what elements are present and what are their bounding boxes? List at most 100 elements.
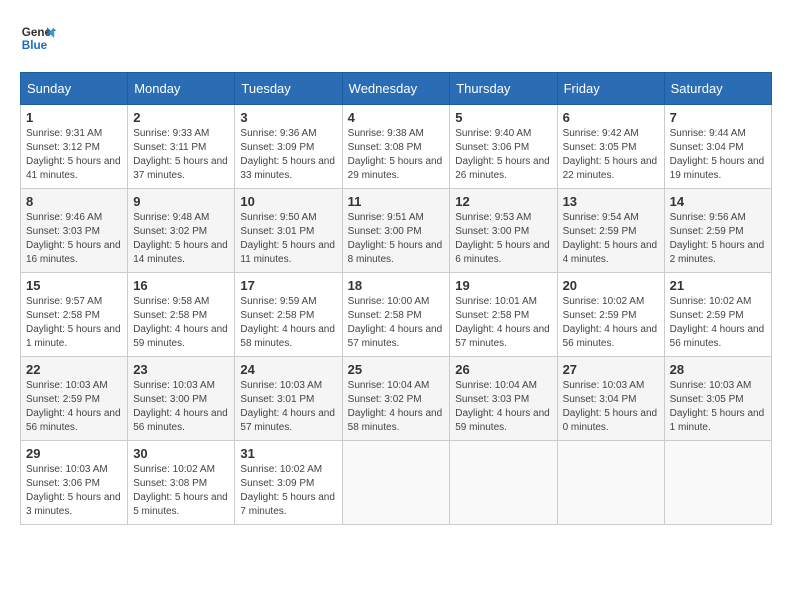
day-number: 26 [455,362,551,377]
calendar-cell: 30 Sunrise: 10:02 AMSunset: 3:08 PMDayli… [128,441,235,525]
weekday-header-sunday: Sunday [21,73,128,105]
weekday-header-saturday: Saturday [664,73,771,105]
calendar-week-row: 8 Sunrise: 9:46 AMSunset: 3:03 PMDayligh… [21,189,772,273]
day-number: 15 [26,278,122,293]
day-number: 5 [455,110,551,125]
calendar-cell: 5 Sunrise: 9:40 AMSunset: 3:06 PMDayligh… [450,105,557,189]
calendar-cell: 12 Sunrise: 9:53 AMSunset: 3:00 PMDaylig… [450,189,557,273]
day-info: Sunrise: 10:04 AMSunset: 3:03 PMDaylight… [455,380,550,433]
calendar-cell: 19 Sunrise: 10:01 AMSunset: 2:58 PMDayli… [450,273,557,357]
calendar-cell [664,441,771,525]
day-info: Sunrise: 9:54 AMSunset: 2:59 PMDaylight:… [563,212,658,265]
calendar-cell: 28 Sunrise: 10:03 AMSunset: 3:05 PMDayli… [664,357,771,441]
calendar-cell: 8 Sunrise: 9:46 AMSunset: 3:03 PMDayligh… [21,189,128,273]
day-number: 9 [133,194,229,209]
day-info: Sunrise: 10:03 AMSunset: 3:01 PMDaylight… [240,380,335,433]
day-number: 23 [133,362,229,377]
day-number: 30 [133,446,229,461]
calendar-cell: 23 Sunrise: 10:03 AMSunset: 3:00 PMDayli… [128,357,235,441]
weekday-header-wednesday: Wednesday [342,73,450,105]
calendar-cell [342,441,450,525]
calendar-cell: 7 Sunrise: 9:44 AMSunset: 3:04 PMDayligh… [664,105,771,189]
day-info: Sunrise: 9:33 AMSunset: 3:11 PMDaylight:… [133,128,228,181]
day-info: Sunrise: 9:57 AMSunset: 2:58 PMDaylight:… [26,296,121,349]
calendar-week-row: 1 Sunrise: 9:31 AMSunset: 3:12 PMDayligh… [21,105,772,189]
day-number: 7 [670,110,766,125]
day-number: 12 [455,194,551,209]
calendar-cell [557,441,664,525]
calendar-cell: 22 Sunrise: 10:03 AMSunset: 2:59 PMDayli… [21,357,128,441]
day-info: Sunrise: 9:44 AMSunset: 3:04 PMDaylight:… [670,128,765,181]
day-number: 19 [455,278,551,293]
calendar-cell: 3 Sunrise: 9:36 AMSunset: 3:09 PMDayligh… [235,105,342,189]
weekday-header-row: SundayMondayTuesdayWednesdayThursdayFrid… [21,73,772,105]
day-number: 17 [240,278,336,293]
day-number: 18 [348,278,445,293]
day-info: Sunrise: 9:59 AMSunset: 2:58 PMDaylight:… [240,296,335,349]
day-number: 29 [26,446,122,461]
calendar-cell: 26 Sunrise: 10:04 AMSunset: 3:03 PMDayli… [450,357,557,441]
day-number: 28 [670,362,766,377]
day-info: Sunrise: 9:51 AMSunset: 3:00 PMDaylight:… [348,212,443,265]
day-info: Sunrise: 10:02 AMSunset: 2:59 PMDaylight… [670,296,765,349]
day-number: 13 [563,194,659,209]
calendar-week-row: 15 Sunrise: 9:57 AMSunset: 2:58 PMDaylig… [21,273,772,357]
calendar-cell: 21 Sunrise: 10:02 AMSunset: 2:59 PMDayli… [664,273,771,357]
day-number: 31 [240,446,336,461]
day-info: Sunrise: 9:38 AMSunset: 3:08 PMDaylight:… [348,128,443,181]
day-info: Sunrise: 10:03 AMSunset: 3:05 PMDaylight… [670,380,765,433]
day-number: 22 [26,362,122,377]
calendar-cell: 13 Sunrise: 9:54 AMSunset: 2:59 PMDaylig… [557,189,664,273]
weekday-header-friday: Friday [557,73,664,105]
day-number: 2 [133,110,229,125]
day-number: 24 [240,362,336,377]
day-info: Sunrise: 10:03 AMSunset: 3:04 PMDaylight… [563,380,658,433]
day-info: Sunrise: 10:04 AMSunset: 3:02 PMDaylight… [348,380,443,433]
calendar-cell: 2 Sunrise: 9:33 AMSunset: 3:11 PMDayligh… [128,105,235,189]
day-info: Sunrise: 9:46 AMSunset: 3:03 PMDaylight:… [26,212,121,265]
day-info: Sunrise: 10:03 AMSunset: 3:06 PMDaylight… [26,464,121,517]
calendar-cell: 25 Sunrise: 10:04 AMSunset: 3:02 PMDayli… [342,357,450,441]
calendar-cell: 20 Sunrise: 10:02 AMSunset: 2:59 PMDayli… [557,273,664,357]
calendar-cell: 18 Sunrise: 10:00 AMSunset: 2:58 PMDayli… [342,273,450,357]
day-number: 1 [26,110,122,125]
calendar-cell: 14 Sunrise: 9:56 AMSunset: 2:59 PMDaylig… [664,189,771,273]
calendar-cell: 9 Sunrise: 9:48 AMSunset: 3:02 PMDayligh… [128,189,235,273]
day-info: Sunrise: 10:02 AMSunset: 2:59 PMDaylight… [563,296,658,349]
logo-icon: General Blue [20,20,56,56]
day-info: Sunrise: 9:56 AMSunset: 2:59 PMDaylight:… [670,212,765,265]
day-info: Sunrise: 10:01 AMSunset: 2:58 PMDaylight… [455,296,550,349]
day-info: Sunrise: 9:50 AMSunset: 3:01 PMDaylight:… [240,212,335,265]
calendar-cell: 31 Sunrise: 10:02 AMSunset: 3:09 PMDayli… [235,441,342,525]
calendar-cell: 15 Sunrise: 9:57 AMSunset: 2:58 PMDaylig… [21,273,128,357]
day-number: 6 [563,110,659,125]
day-number: 10 [240,194,336,209]
day-info: Sunrise: 9:42 AMSunset: 3:05 PMDaylight:… [563,128,658,181]
weekday-header-tuesday: Tuesday [235,73,342,105]
calendar-cell: 6 Sunrise: 9:42 AMSunset: 3:05 PMDayligh… [557,105,664,189]
calendar-week-row: 29 Sunrise: 10:03 AMSunset: 3:06 PMDayli… [21,441,772,525]
calendar-cell: 11 Sunrise: 9:51 AMSunset: 3:00 PMDaylig… [342,189,450,273]
calendar-cell: 4 Sunrise: 9:38 AMSunset: 3:08 PMDayligh… [342,105,450,189]
day-number: 21 [670,278,766,293]
calendar-table: SundayMondayTuesdayWednesdayThursdayFrid… [20,72,772,525]
day-info: Sunrise: 9:31 AMSunset: 3:12 PMDaylight:… [26,128,121,181]
day-number: 4 [348,110,445,125]
day-info: Sunrise: 9:40 AMSunset: 3:06 PMDaylight:… [455,128,550,181]
day-info: Sunrise: 9:53 AMSunset: 3:00 PMDaylight:… [455,212,550,265]
day-number: 27 [563,362,659,377]
day-number: 16 [133,278,229,293]
svg-text:Blue: Blue [22,39,48,52]
logo: General Blue [20,20,56,56]
weekday-header-monday: Monday [128,73,235,105]
calendar-cell: 16 Sunrise: 9:58 AMSunset: 2:58 PMDaylig… [128,273,235,357]
day-info: Sunrise: 9:48 AMSunset: 3:02 PMDaylight:… [133,212,228,265]
day-info: Sunrise: 9:36 AMSunset: 3:09 PMDaylight:… [240,128,335,181]
weekday-header-thursday: Thursday [450,73,557,105]
day-number: 8 [26,194,122,209]
day-number: 3 [240,110,336,125]
day-info: Sunrise: 10:02 AMSunset: 3:08 PMDaylight… [133,464,228,517]
day-number: 11 [348,194,445,209]
day-number: 20 [563,278,659,293]
calendar-cell: 17 Sunrise: 9:59 AMSunset: 2:58 PMDaylig… [235,273,342,357]
